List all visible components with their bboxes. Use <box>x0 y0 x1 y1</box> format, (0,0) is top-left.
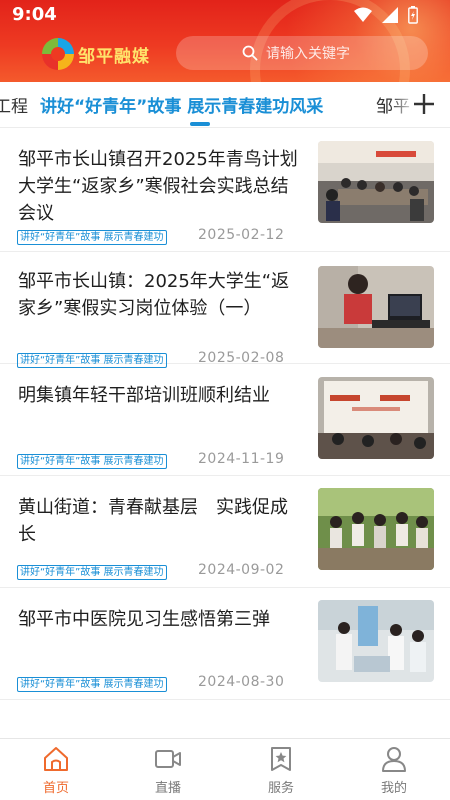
article-title: 黄山街道：青春献基层 实践促成长 <box>18 497 288 545</box>
nav-label: 服务 <box>267 781 294 796</box>
student-laptop-photo <box>318 266 434 348</box>
article-item[interactable]: 邹平市长山镇：2025年大学生“返家乡”寒假实习岗位体验（一） 讲好“好青年”故… <box>0 252 450 368</box>
brand-name: 邹平融媒 <box>78 47 150 67</box>
bookmark-star-icon <box>271 747 291 771</box>
group-outdoor-photo <box>318 488 434 570</box>
signal-icon <box>382 7 398 23</box>
meeting-room-photo <box>318 141 434 223</box>
article-tag: 讲好“好青年”故事 展示青春建功 <box>17 677 167 692</box>
search-bar[interactable]: 请输入关键字 <box>176 36 428 70</box>
article-tag: 讲好“好青年”故事 展示青春建功 <box>17 230 167 245</box>
nav-label: 直播 <box>154 781 181 796</box>
hospital-photo <box>318 600 434 682</box>
article-tag: 讲好“好青年”故事 展示青春建功 <box>17 565 167 580</box>
article-item[interactable]: 明集镇年轻干部培训班顺利结业 讲好“好青年”故事 展示青春建功 2024-11-… <box>0 364 450 476</box>
battery-icon <box>408 6 418 24</box>
article-item[interactable]: 黄山街道：青春献基层 实践促成长 讲好“好青年”故事 展示青春建功 2024-0… <box>0 476 450 588</box>
nav-mine[interactable]: 我的 <box>338 739 450 800</box>
nav-label: 我的 <box>380 781 407 796</box>
article-list: 邹平市长山镇召开2025年青鸟计划大学生“返家乡”寒假社会实践总结会议 讲好“好… <box>0 128 450 800</box>
article-title: 明集镇年轻干部培训班顺利结业 <box>18 385 270 406</box>
app-header: 9:04 邹平融媒 请输入关键字 <box>0 0 450 82</box>
tab-indicator <box>190 122 210 126</box>
video-icon <box>155 750 181 768</box>
wifi-icon <box>354 7 372 22</box>
bottom-nav: 首页 直播 服务 我的 <box>0 738 450 800</box>
article-title: 邹平市中医院见习生感悟第三弹 <box>18 609 270 630</box>
search-icon <box>242 45 258 61</box>
channel-tabs: 工程 讲好“好青年”故事 展示青春建功风采 邹平 <box>0 82 450 128</box>
article-date: 2024-09-02 <box>198 562 285 578</box>
training-class-photo <box>318 377 434 459</box>
nav-label: 首页 <box>42 781 69 796</box>
article-date: 2025-02-12 <box>198 227 285 243</box>
add-channel-icon[interactable] <box>410 90 438 118</box>
home-icon <box>44 747 68 771</box>
tab-active[interactable]: 讲好“好青年”故事 展示青春建功风采 <box>40 92 323 117</box>
article-tag: 讲好“好青年”故事 展示青春建功 <box>17 454 167 469</box>
nav-service[interactable]: 服务 <box>225 739 337 800</box>
nav-home[interactable]: 首页 <box>0 739 112 800</box>
article-item[interactable]: 邹平市中医院见习生感悟第三弹 讲好“好青年”故事 展示青春建功 2024-08-… <box>0 588 450 700</box>
status-icons <box>354 6 418 24</box>
app-logo <box>42 38 74 70</box>
person-icon <box>382 747 406 772</box>
article-title: 邹平市长山镇：2025年大学生“返家乡”寒假实习岗位体验（一） <box>18 271 290 319</box>
nav-live[interactable]: 直播 <box>112 739 224 800</box>
tab-previous[interactable]: 工程 <box>0 92 28 117</box>
search-placeholder: 请输入关键字 <box>266 46 350 62</box>
article-title: 邹平市长山镇召开2025年青鸟计划大学生“返家乡”寒假社会实践总结会议 <box>18 149 298 224</box>
article-date: 2024-11-19 <box>198 451 285 467</box>
article-item[interactable]: 邹平市长山镇召开2025年青鸟计划大学生“返家乡”寒假社会实践总结会议 讲好“好… <box>0 128 450 252</box>
status-time: 9:04 <box>12 4 57 25</box>
article-date: 2024-08-30 <box>198 674 285 690</box>
